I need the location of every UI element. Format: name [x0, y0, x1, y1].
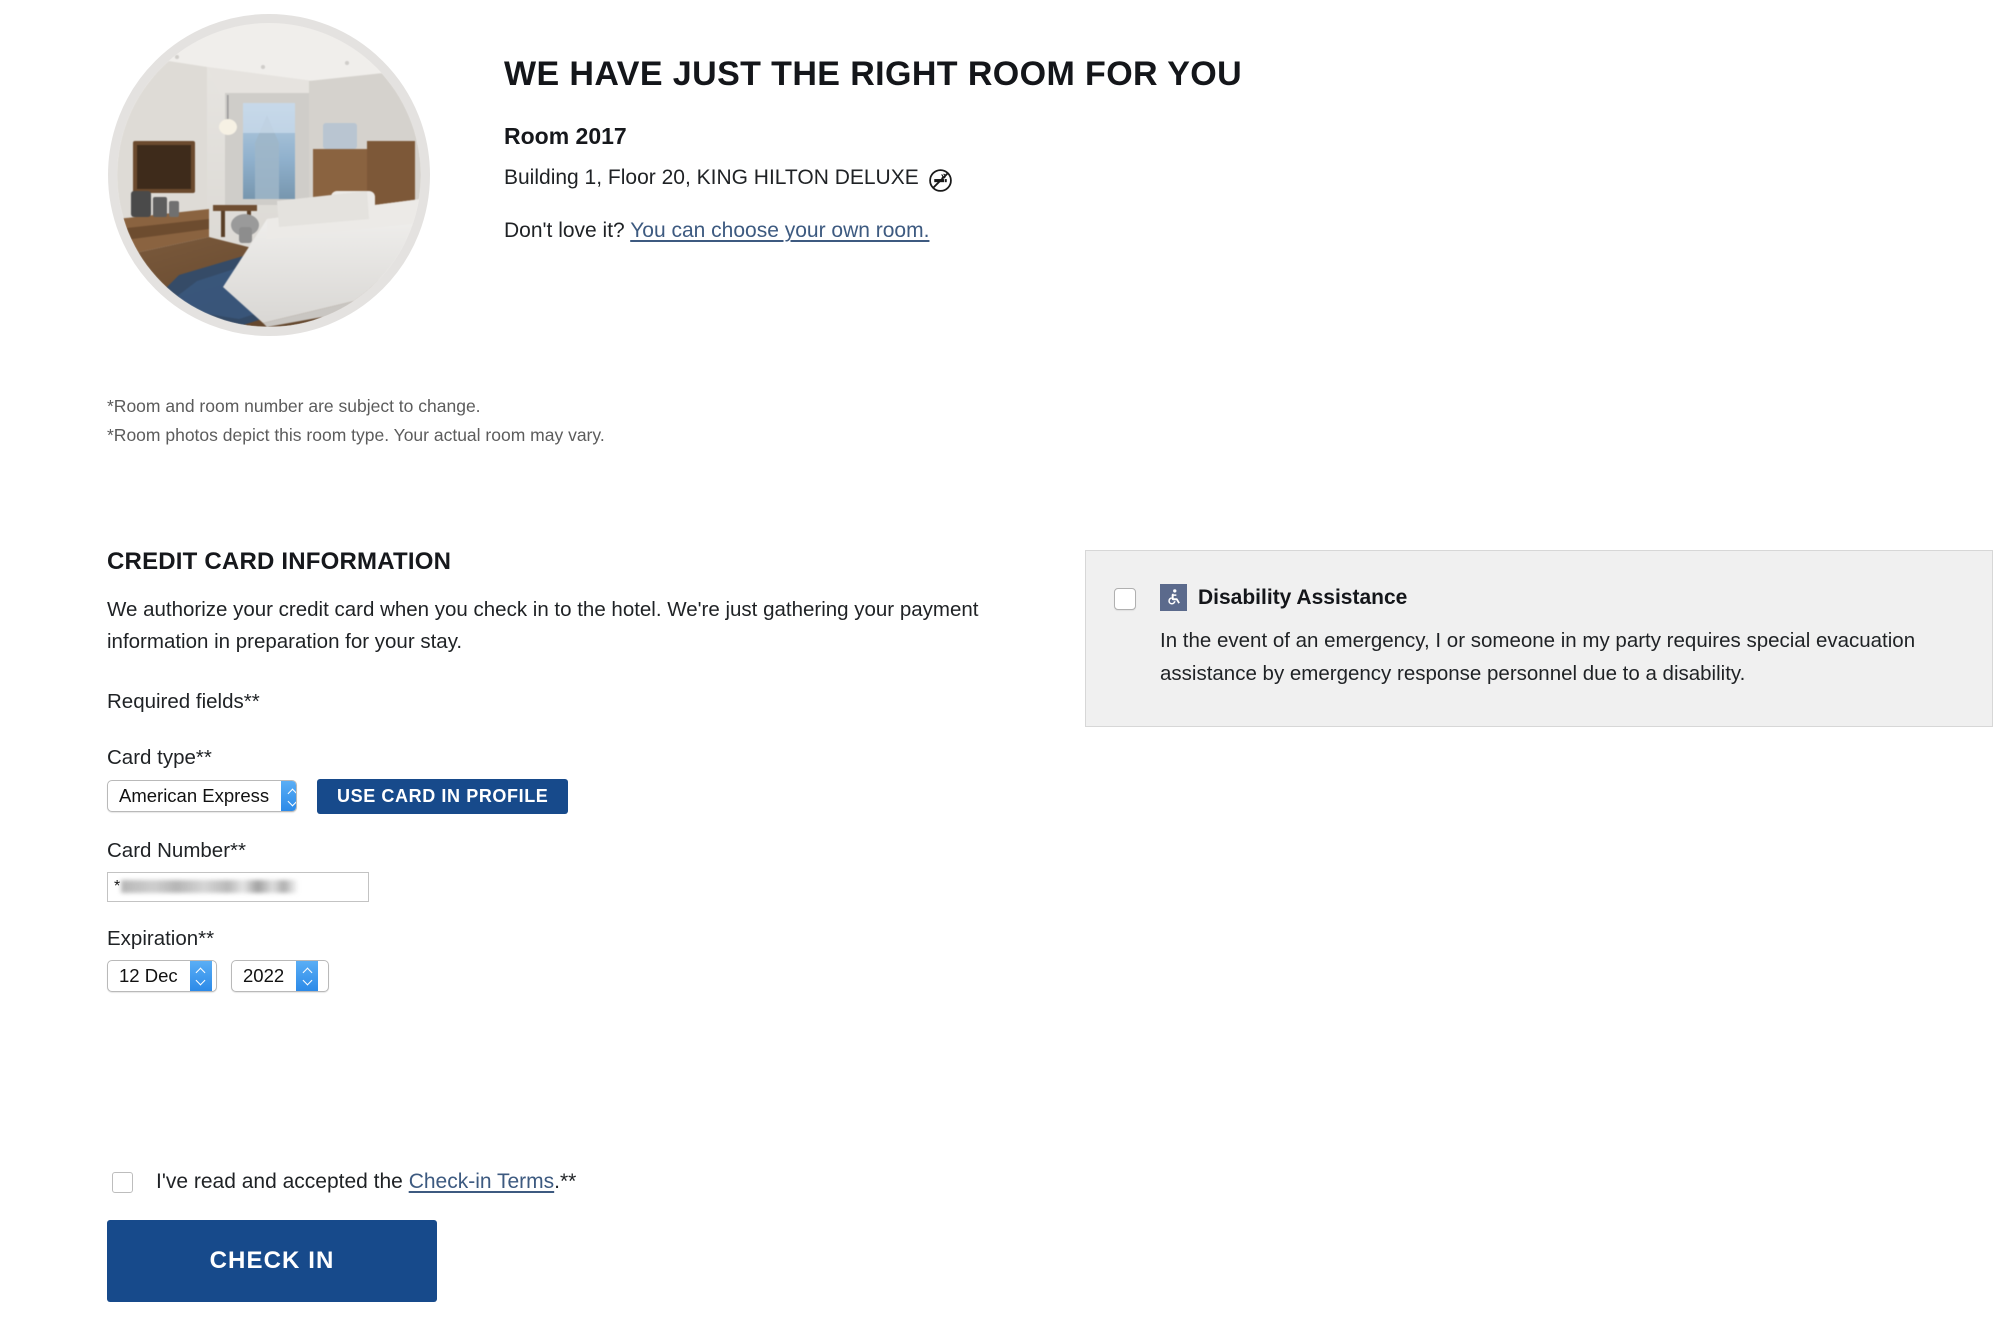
- hotel-room-illustration: [117, 23, 421, 327]
- terms-suffix: .**: [554, 1170, 577, 1193]
- no-smoking-icon: [928, 168, 953, 193]
- chevron-down-icon: [196, 977, 205, 982]
- room-photo-image: [117, 23, 421, 327]
- choose-room-line: Don't love it? You can choose your own r…: [504, 217, 1242, 244]
- card-number-row: *: [107, 871, 1012, 902]
- disability-assistance-panel: Disability Assistance In the event of an…: [1085, 550, 1993, 728]
- disability-body: Disability Assistance In the event of an…: [1160, 584, 1962, 690]
- expiration-year-stepper-icon[interactable]: [296, 960, 319, 991]
- room-header-text: WE HAVE JUST THE RIGHT ROOM FOR YOU Room…: [504, 14, 1242, 245]
- disclaimer-line-1: *Room and room number are subject to cha…: [107, 396, 481, 416]
- card-type-label: Card type**: [107, 745, 212, 769]
- accept-terms-checkbox[interactable]: [112, 1171, 133, 1193]
- expiration-year-select[interactable]: 2022: [231, 959, 329, 992]
- disability-title-row: Disability Assistance: [1160, 584, 1962, 611]
- credit-card-heading: CREDIT CARD INFORMATION: [107, 548, 452, 575]
- room-disclaimers: *Room and room number are subject to cha…: [107, 392, 605, 450]
- credit-card-description: We authorize your credit card when you c…: [107, 598, 979, 653]
- use-card-in-profile-button[interactable]: USE CARD IN PROFILE: [317, 778, 569, 814]
- terms-row: I've read and accepted the Check-in Term…: [112, 1170, 576, 1194]
- expiration-month-value: 12 Dec: [119, 964, 178, 986]
- choose-room-prefix: Don't love it?: [504, 219, 631, 243]
- card-type-row: American Express USE CARD IN PROFILE: [107, 778, 1012, 814]
- credit-card-section: CREDIT CARD INFORMATION We authorize you…: [107, 548, 1012, 1017]
- room-description-text: Building 1, Floor 20, KING HILTON DELUXE: [504, 165, 919, 189]
- card-number-masked-digits: [121, 880, 307, 894]
- expiration-month-stepper-icon[interactable]: [189, 960, 212, 991]
- card-type-value: American Express: [119, 785, 270, 807]
- chevron-up-icon: [303, 969, 312, 974]
- card-number-value: *: [114, 877, 121, 895]
- room-description: Building 1, Floor 20, KING HILTON DELUXE: [504, 165, 1242, 193]
- room-photo: [108, 14, 430, 336]
- expiration-month-select[interactable]: 12 Dec: [107, 959, 217, 992]
- disability-assistance-text: In the event of an emergency, I or someo…: [1160, 629, 1916, 686]
- card-type-stepper-icon[interactable]: [281, 781, 296, 812]
- chevron-down-icon: [303, 977, 312, 982]
- chevron-up-icon: [288, 790, 296, 795]
- expiration-label: Expiration**: [107, 926, 215, 950]
- expiration-year-value: 2022: [243, 964, 285, 986]
- card-type-select[interactable]: American Express: [107, 780, 297, 813]
- check-in-button[interactable]: CHECK IN: [107, 1220, 437, 1302]
- chevron-up-icon: [196, 969, 205, 974]
- choose-own-room-link[interactable]: You can choose your own room.: [630, 219, 929, 242]
- required-fields-note: Required fields**: [107, 689, 260, 713]
- chevron-down-icon: [288, 798, 296, 803]
- wheelchair-icon: [1160, 584, 1187, 611]
- room-header: WE HAVE JUST THE RIGHT ROOM FOR YOU Room…: [108, 14, 1242, 336]
- disability-row: Disability Assistance In the event of an…: [1114, 584, 1962, 690]
- room-number: Room 2017: [504, 123, 627, 150]
- terms-text: I've read and accepted the Check-in Term…: [156, 1170, 576, 1194]
- expiration-row: 12 Dec 2022: [107, 959, 1012, 992]
- page-title: WE HAVE JUST THE RIGHT ROOM FOR YOU: [504, 55, 1243, 93]
- card-number-label: Card Number**: [107, 838, 246, 862]
- disability-assistance-title: Disability Assistance: [1198, 585, 1408, 609]
- terms-prefix: I've read and accepted the: [156, 1170, 409, 1193]
- disability-assistance-checkbox[interactable]: [1114, 588, 1136, 610]
- check-in-terms-link[interactable]: Check-in Terms: [409, 1170, 554, 1193]
- card-number-input[interactable]: *: [107, 871, 369, 902]
- disclaimer-line-2: *Room photos depict this room type. Your…: [107, 424, 605, 445]
